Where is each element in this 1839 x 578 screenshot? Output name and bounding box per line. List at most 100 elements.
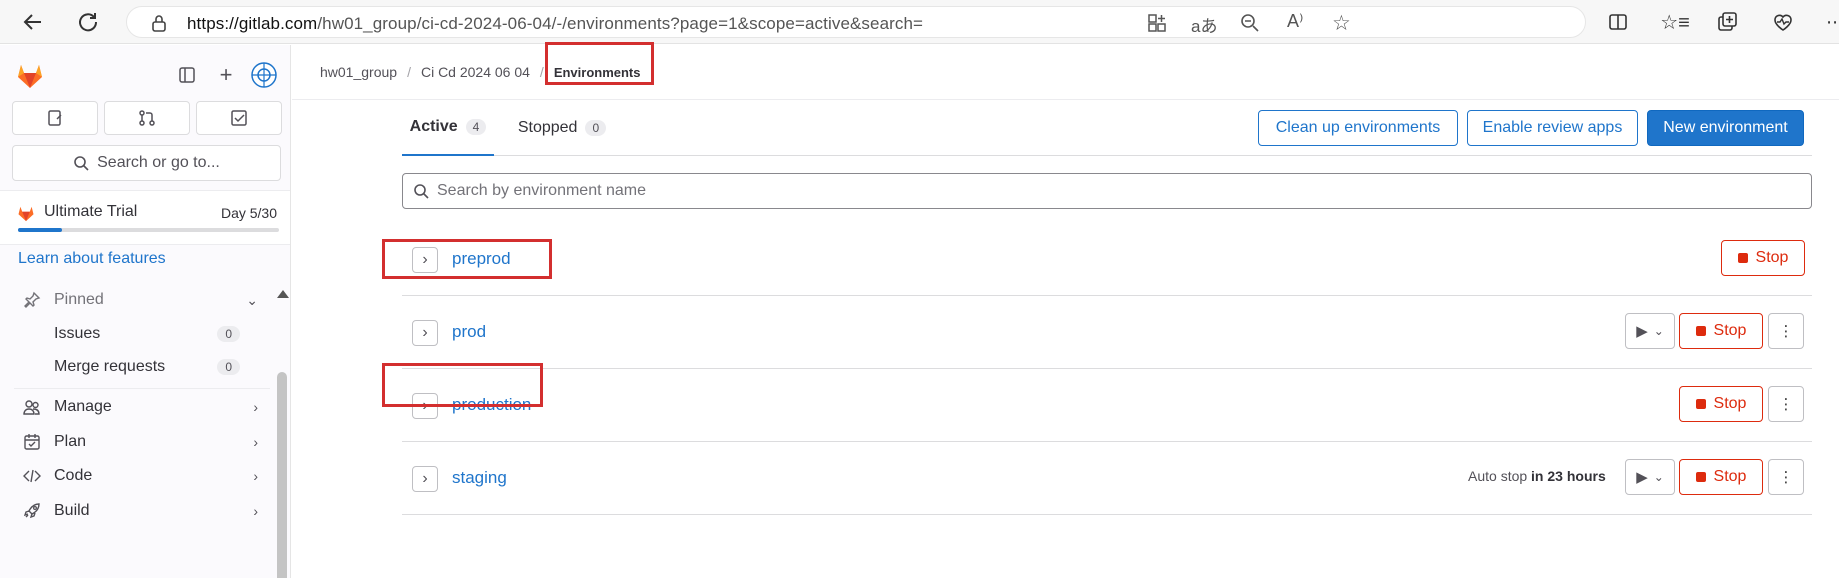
- stop-button[interactable]: Stop: [1679, 459, 1763, 495]
- scrollbar-thumb[interactable]: [277, 372, 287, 578]
- pinned-item-merge-requests[interactable]: Merge requests 0: [0, 350, 270, 384]
- avatar[interactable]: [250, 61, 278, 89]
- pin-icon: [22, 290, 42, 310]
- tab-count-badge: 0: [585, 120, 607, 136]
- chevron-down-icon: ⌄: [1653, 470, 1664, 484]
- more-actions-button[interactable]: ⋮: [1768, 313, 1804, 349]
- expand-row-button[interactable]: ›: [412, 320, 438, 346]
- pinned-item-issues[interactable]: Issues 0: [0, 317, 270, 351]
- chevron-right-icon: ›: [253, 399, 258, 415]
- chevron-right-icon: ›: [422, 470, 428, 487]
- more-menu-icon[interactable]: ⋯: [1822, 9, 1839, 35]
- trial-progress-fill: [18, 228, 62, 232]
- sidebar-item-manage[interactable]: Manage ›: [0, 390, 270, 424]
- create-new-icon[interactable]: +: [212, 61, 240, 89]
- breadcrumb-project[interactable]: Ci Cd 2024 06 04: [421, 64, 530, 80]
- favorite-star-icon[interactable]: ☆: [1332, 11, 1351, 36]
- clean-up-environments-button[interactable]: Clean up environments: [1258, 110, 1458, 146]
- main-content: hw01_group / Ci Cd 2024 06 04 / Environm…: [292, 42, 1839, 578]
- stop-icon: [1695, 472, 1706, 482]
- chevron-right-icon: ›: [253, 503, 258, 519]
- users-icon: [22, 397, 42, 417]
- chevron-down-icon: ⌄: [1653, 324, 1664, 338]
- enable-review-apps-button[interactable]: Enable review apps: [1467, 110, 1638, 146]
- code-icon: [22, 466, 42, 486]
- environment-name-link[interactable]: prod: [452, 322, 486, 342]
- search-or-go-to-button[interactable]: Search or go to...: [12, 145, 281, 181]
- breadcrumb-separator: /: [407, 64, 411, 80]
- tab-count-badge: 4: [465, 119, 487, 135]
- sidebar-item-label: Build: [54, 502, 90, 519]
- gitlab-trial-icon: [16, 203, 36, 227]
- sidebar-item-plan[interactable]: Plan ›: [0, 425, 270, 459]
- translate-icon[interactable]: aあ: [1191, 12, 1217, 37]
- play-icon: ▶: [1636, 323, 1648, 340]
- stop-label: Stop: [1755, 249, 1789, 266]
- merge-requests-button[interactable]: [104, 101, 190, 135]
- lock-icon[interactable]: [151, 14, 167, 36]
- highlight-box-preprod: [382, 239, 552, 279]
- deploy-actions-dropdown[interactable]: ▶ ⌄: [1625, 459, 1675, 495]
- breadcrumb-separator: /: [539, 64, 544, 80]
- environment-row: › prod ▶ ⌄ Stop ⋮: [402, 296, 1812, 369]
- environment-name-link[interactable]: staging: [452, 468, 507, 488]
- trial-progress-bar: [18, 228, 279, 232]
- highlight-box-breadcrumb: [545, 42, 654, 85]
- stop-button[interactable]: Stop: [1721, 240, 1805, 276]
- refresh-icon[interactable]: [75, 9, 101, 35]
- more-actions-button[interactable]: ⋮: [1768, 459, 1804, 495]
- stop-label: Stop: [1713, 468, 1747, 485]
- gitlab-logo-icon[interactable]: [14, 59, 46, 91]
- tab-stopped[interactable]: Stopped 0: [512, 100, 612, 156]
- scroll-up-arrow-icon[interactable]: [277, 290, 289, 298]
- app-grid-icon[interactable]: [1147, 13, 1167, 37]
- learn-about-features-link[interactable]: Learn about features: [18, 250, 166, 268]
- stop-label: Stop: [1713, 395, 1747, 412]
- stop-button[interactable]: Stop: [1679, 386, 1763, 422]
- sidebar: + Search or go to... Ultimate Trial Day …: [0, 45, 291, 578]
- calendar-icon: [22, 432, 42, 452]
- assigned-issues-button[interactable]: [12, 101, 98, 135]
- environment-search-input[interactable]: Search by environment name: [402, 173, 1812, 209]
- trial-widget[interactable]: Ultimate Trial Day 5/30: [0, 190, 290, 245]
- tab-label: Stopped: [517, 119, 578, 136]
- sidebar-scrollbar[interactable]: [277, 290, 289, 578]
- stop-button[interactable]: Stop: [1679, 313, 1763, 349]
- todo-list-button[interactable]: [196, 101, 282, 135]
- auto-stop-prefix: Auto stop: [1468, 468, 1528, 484]
- pinned-section-toggle[interactable]: Pinned ⌄: [0, 283, 270, 317]
- url-text: https://gitlab.com/hw01_group/ci-cd-2024…: [187, 14, 923, 34]
- url-domain: https://gitlab.com: [187, 14, 318, 33]
- stop-icon: [1695, 399, 1706, 409]
- stop-label: Stop: [1713, 322, 1747, 339]
- back-icon[interactable]: [20, 9, 46, 35]
- kebab-icon: ⋮: [1778, 396, 1794, 413]
- rocket-icon: [22, 501, 42, 521]
- sidebar-item-label: Code: [54, 467, 93, 484]
- chevron-down-icon: ⌄: [246, 291, 258, 308]
- deploy-actions-dropdown[interactable]: ▶ ⌄: [1625, 313, 1675, 349]
- chevron-right-icon: ›: [422, 324, 428, 341]
- kebab-icon: ⋮: [1778, 323, 1794, 340]
- new-environment-button[interactable]: New environment: [1647, 110, 1804, 146]
- kebab-icon: ⋮: [1778, 469, 1794, 486]
- browser-essentials-icon[interactable]: [1770, 9, 1796, 35]
- sidebar-item-code[interactable]: Code ›: [0, 459, 270, 493]
- browser-toolbar: https://gitlab.com/hw01_group/ci-cd-2024…: [0, 0, 1839, 44]
- sidebar-item-build[interactable]: Build ›: [0, 494, 270, 528]
- expand-row-button[interactable]: ›: [412, 466, 438, 492]
- more-actions-button[interactable]: ⋮: [1768, 386, 1804, 422]
- zoom-out-icon[interactable]: [1240, 13, 1260, 37]
- collections-icon[interactable]: [1715, 9, 1741, 35]
- address-bar[interactable]: https://gitlab.com/hw01_group/ci-cd-2024…: [126, 6, 1586, 38]
- environment-row: › preprod Stop: [402, 223, 1812, 296]
- play-icon: ▶: [1636, 469, 1648, 486]
- url-path: /hw01_group/ci-cd-2024-06-04/-/environme…: [317, 14, 924, 33]
- split-screen-icon[interactable]: [1605, 9, 1631, 35]
- sidebar-toggle-icon[interactable]: [173, 61, 201, 89]
- read-aloud-icon[interactable]: A⁾: [1287, 11, 1303, 32]
- tab-active[interactable]: Active 4: [402, 100, 494, 156]
- favorites-list-icon[interactable]: ☆≡: [1660, 9, 1690, 35]
- breadcrumb-group[interactable]: hw01_group: [320, 64, 397, 80]
- stop-icon: [1695, 326, 1706, 336]
